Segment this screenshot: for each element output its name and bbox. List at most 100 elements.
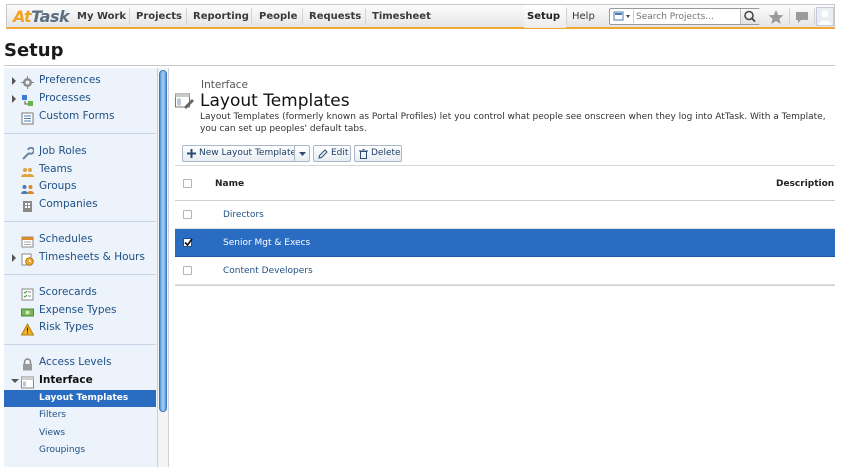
sidebar-item-label: Scorecards: [39, 286, 97, 298]
sidebar-subitem-label: Layout Templates: [39, 393, 129, 403]
processes-icon: [21, 92, 34, 106]
trash-icon: [359, 149, 368, 159]
collapse-arrow-icon[interactable]: [11, 379, 19, 383]
sidebar-item-scorecards[interactable]: Scorecards: [4, 284, 156, 302]
row-checkbox[interactable]: [183, 266, 192, 275]
content-divider: [168, 68, 169, 467]
row-checkbox[interactable]: [183, 210, 192, 219]
star-icon: [768, 10, 784, 24]
edit-button[interactable]: Edit: [313, 145, 351, 162]
nav-divider: [566, 8, 567, 25]
sidebar-divider: [4, 221, 156, 222]
sidebar-item-teams[interactable]: Teams: [4, 161, 156, 179]
template-name-link[interactable]: Content Developers: [223, 266, 313, 276]
sidebar-scrollbar-thumb[interactable]: [159, 70, 167, 412]
sidebar-subitem-groupings[interactable]: Groupings: [4, 442, 156, 459]
avatar-icon: [819, 10, 831, 25]
sidebar-item-label: Job Roles: [39, 145, 87, 157]
chevron-down-icon: [299, 152, 306, 156]
interface-icon: [21, 374, 34, 389]
sidebar-item-expense-types[interactable]: Expense Types: [4, 302, 156, 320]
expand-arrow-icon[interactable]: [12, 95, 16, 103]
nav-my-work[interactable]: My Work: [77, 11, 126, 22]
team-icon: [21, 163, 34, 177]
layout-template-icon: [175, 92, 195, 110]
nav-divider: [789, 8, 790, 25]
user-avatar-button[interactable]: [816, 7, 834, 26]
sidebar-subitem-layout-templates[interactable]: Layout Templates: [4, 390, 156, 407]
new-layout-template-button[interactable]: New Layout Template: [182, 145, 297, 162]
building-icon: [21, 198, 34, 212]
updates-button[interactable]: [792, 8, 812, 26]
logo-text-task: Task: [31, 7, 70, 26]
sidebar-item-label: Processes: [39, 92, 91, 104]
sidebar-subitem-label: Groupings: [39, 445, 86, 455]
favorites-star-button[interactable]: [766, 8, 786, 26]
button-label: New Layout Template: [199, 148, 297, 158]
table-row[interactable]: Senior Mgt & Execs: [175, 229, 835, 257]
nav-requests[interactable]: Requests: [309, 11, 361, 22]
sidebar-item-groups[interactable]: Groups: [4, 178, 156, 196]
sidebar-subitem-views[interactable]: Views: [4, 425, 156, 442]
nav-reporting[interactable]: Reporting: [193, 11, 249, 22]
sidebar-item-preferences[interactable]: Preferences: [4, 72, 156, 90]
search-button[interactable]: [740, 9, 760, 24]
expand-arrow-icon[interactable]: [12, 254, 16, 262]
search-box: [609, 8, 760, 25]
template-name-link[interactable]: Senior Mgt & Execs: [223, 238, 310, 248]
sidebar-item-label: Interface: [39, 374, 93, 386]
lock-icon: [21, 356, 34, 371]
column-header-name[interactable]: Name: [215, 179, 244, 189]
title-divider: [4, 65, 835, 66]
attask-logo[interactable]: AtTask: [13, 7, 70, 26]
table-bottom-border: [175, 285, 835, 286]
nav-help[interactable]: Help: [572, 11, 595, 22]
sidebar-divider: [4, 133, 156, 134]
magnifier-icon: [744, 10, 756, 23]
search-type-dropdown[interactable]: [611, 10, 634, 23]
sidebar-item-interface[interactable]: Interface: [4, 372, 156, 390]
nav-projects[interactable]: Projects: [136, 11, 182, 22]
column-header-description[interactable]: Description: [776, 179, 834, 189]
logo-text-at: At: [13, 7, 32, 26]
row-checkbox[interactable]: [183, 238, 193, 247]
select-all-checkbox[interactable]: [183, 179, 192, 188]
sidebar-item-label: Access Levels: [39, 356, 112, 368]
sidebar-item-risk-types[interactable]: Risk Types: [4, 319, 156, 337]
warning-icon: [20, 321, 35, 336]
search-input[interactable]: [636, 9, 736, 24]
clock-icon: [21, 251, 34, 266]
sidebar-item-schedules[interactable]: Schedules: [4, 231, 156, 249]
table-row[interactable]: Directors: [175, 201, 835, 229]
template-name-link[interactable]: Directors: [223, 210, 264, 220]
search-type-icon: [613, 11, 630, 21]
sidebar-item-companies[interactable]: Companies: [4, 196, 156, 214]
sidebar-item-timesheets-hours[interactable]: Timesheets & Hours: [4, 249, 156, 267]
new-layout-template-dropdown[interactable]: [294, 145, 310, 162]
nav-divider: [129, 8, 130, 25]
gear-icon: [21, 74, 34, 89]
table-row[interactable]: Content Developers: [175, 257, 835, 285]
sidebar-subitem-label: Views: [39, 428, 66, 438]
section-description: Layout Templates (formerly known as Port…: [200, 112, 826, 134]
sidebar-item-label: Custom Forms: [39, 110, 115, 122]
section-title: Layout Templates: [200, 91, 350, 111]
money-icon: [21, 304, 34, 317]
nav-timesheet[interactable]: Timesheet: [372, 11, 431, 22]
sidebar-item-processes[interactable]: Processes: [4, 90, 156, 108]
sidebar-subitem-label: Filters: [39, 410, 66, 420]
sidebar-item-custom-forms[interactable]: Custom Forms: [4, 108, 156, 126]
sidebar-item-job-roles[interactable]: Job Roles: [4, 143, 156, 161]
expand-arrow-icon[interactable]: [12, 77, 16, 85]
sidebar-subitem-filters[interactable]: Filters: [4, 407, 156, 424]
nav-people[interactable]: People: [259, 11, 297, 22]
breadcrumb[interactable]: Interface: [201, 79, 248, 91]
sidebar-item-access-levels[interactable]: Access Levels: [4, 354, 156, 372]
nav-setup[interactable]: Setup: [527, 11, 560, 22]
checkmark-icon: [184, 238, 193, 247]
table-header-row: Name Description: [175, 165, 835, 201]
sidebar-item-label: Preferences: [39, 74, 101, 86]
top-navigation-bar: AtTask My Work Projects Reporting People…: [6, 4, 835, 29]
page-title: Setup: [4, 40, 64, 61]
delete-button[interactable]: Delete: [354, 145, 402, 162]
